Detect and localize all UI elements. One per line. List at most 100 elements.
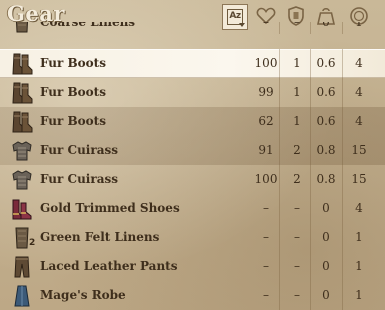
item-name: Fur Cuirass [40, 172, 118, 186]
column-divider [310, 49, 311, 78]
condition-value: 91 [258, 143, 274, 157]
item-name: Fur Boots [40, 114, 106, 128]
list-item[interactable]: Fur Boots 62 1 0.6 4 [0, 107, 385, 136]
weight-value: 0 [322, 201, 330, 215]
value-value: 1 [355, 288, 363, 302]
list-item[interactable]: Fur Boots 100 1 0.6 4 [0, 49, 385, 78]
item-name: Gold Trimmed Shoes [40, 201, 180, 215]
column-divider [279, 165, 280, 194]
list-item[interactable]: Coarse Linens – – 0 1 [0, 22, 385, 34]
column-divider [342, 107, 343, 136]
column-divider [279, 78, 280, 107]
column-divider [279, 252, 280, 281]
weight-value: 0 [322, 230, 330, 244]
condition-value: – [263, 230, 269, 244]
item-name: Laced Leather Pants [40, 259, 178, 273]
column-divider [342, 78, 343, 107]
list-item[interactable]: 2 Green Felt Linens – – 0 1 [0, 223, 385, 252]
value-value: 4 [355, 201, 363, 215]
condition-value: – [263, 201, 269, 215]
column-divider [310, 194, 311, 223]
column-divider [342, 22, 343, 34]
column-divider [279, 22, 280, 34]
condition-value: – [263, 288, 269, 302]
column-divider [279, 194, 280, 223]
weight-value: 0.8 [316, 143, 336, 157]
value-value: 4 [355, 85, 363, 99]
column-divider [279, 49, 280, 78]
armor-value: 1 [293, 56, 301, 70]
column-divider [279, 223, 280, 252]
column-divider [310, 223, 311, 252]
value-value: 1 [355, 259, 363, 273]
weight-value: 0.8 [316, 172, 336, 186]
list-item[interactable]: Fur Cuirass 100 2 0.8 15 [0, 165, 385, 194]
list-item[interactable]: Laced Leather Pants – – 0 1 [0, 252, 385, 281]
weight-value: 0.6 [316, 114, 336, 128]
column-divider [342, 252, 343, 281]
value-value: 4 [355, 56, 363, 70]
column-divider [342, 223, 343, 252]
condition-value: 100 [254, 172, 278, 186]
cuirass-icon [10, 139, 34, 162]
item-name: Fur Boots [40, 85, 106, 99]
armor-value: 2 [293, 172, 301, 186]
list-item[interactable]: Fur Boots 99 1 0.6 4 [0, 78, 385, 107]
column-divider [342, 194, 343, 223]
column-divider [279, 281, 280, 310]
column-divider [310, 107, 311, 136]
weight-value: 0 [322, 259, 330, 273]
value-value: 15 [351, 143, 367, 157]
robe-icon [10, 284, 34, 307]
column-divider [279, 136, 280, 165]
column-divider [310, 252, 311, 281]
gear-list[interactable]: Coarse Linens – –0 1 Fur Boots 100 1 0.6 4 Fur Bo… [0, 22, 385, 310]
column-divider [342, 165, 343, 194]
shoes-icon [10, 197, 34, 220]
armor-value: – [294, 288, 300, 302]
condition-value: 62 [258, 114, 274, 128]
list-item[interactable]: Mage's Robe – – 0 1 [0, 281, 385, 310]
value-value: 15 [351, 172, 367, 186]
column-divider [310, 22, 311, 34]
item-name: Mage's Robe [40, 288, 126, 302]
list-item[interactable]: Fur Cuirass 91 2 0.8 15 [0, 136, 385, 165]
column-divider [310, 136, 311, 165]
column-divider [342, 281, 343, 310]
pants-icon [10, 255, 34, 278]
column-divider [310, 281, 311, 310]
cuirass-icon [10, 168, 34, 191]
armor-value: – [294, 22, 300, 29]
condition-value: 100 [254, 56, 278, 70]
column-divider [342, 49, 343, 78]
item-name: Fur Cuirass [40, 143, 118, 157]
armor-value: – [294, 201, 300, 215]
item-name: Green Felt Linens [40, 230, 160, 244]
condition-value: – [263, 259, 269, 273]
column-divider [310, 165, 311, 194]
armor-value: 2 [293, 143, 301, 157]
column-divider [279, 107, 280, 136]
weight-value: 0 [322, 22, 330, 29]
column-divider [310, 78, 311, 107]
list-item[interactable]: Gold Trimmed Shoes – – 0 4 [0, 194, 385, 223]
item-name: Fur Boots [40, 56, 106, 70]
inventory-panel: Gear Az Coarse Linens – – 0 1 Fur Boots … [0, 0, 385, 310]
boots-icon [10, 81, 34, 104]
item-name: Coarse Linens [40, 22, 136, 29]
column-divider [342, 136, 343, 165]
value-value: 1 [355, 22, 363, 29]
weight-value: 0.6 [316, 85, 336, 99]
weight-value: 0.6 [316, 56, 336, 70]
condition-value: 99 [258, 85, 274, 99]
linens-icon [10, 22, 34, 33]
weight-value: 0 [322, 288, 330, 302]
armor-value: – [294, 259, 300, 273]
condition-value: – [263, 22, 269, 29]
boots-icon [10, 52, 34, 75]
armor-value: 1 [293, 85, 301, 99]
boots-icon [10, 110, 34, 133]
armor-value: 1 [293, 114, 301, 128]
value-value: 1 [355, 230, 363, 244]
armor-value: – [294, 230, 300, 244]
